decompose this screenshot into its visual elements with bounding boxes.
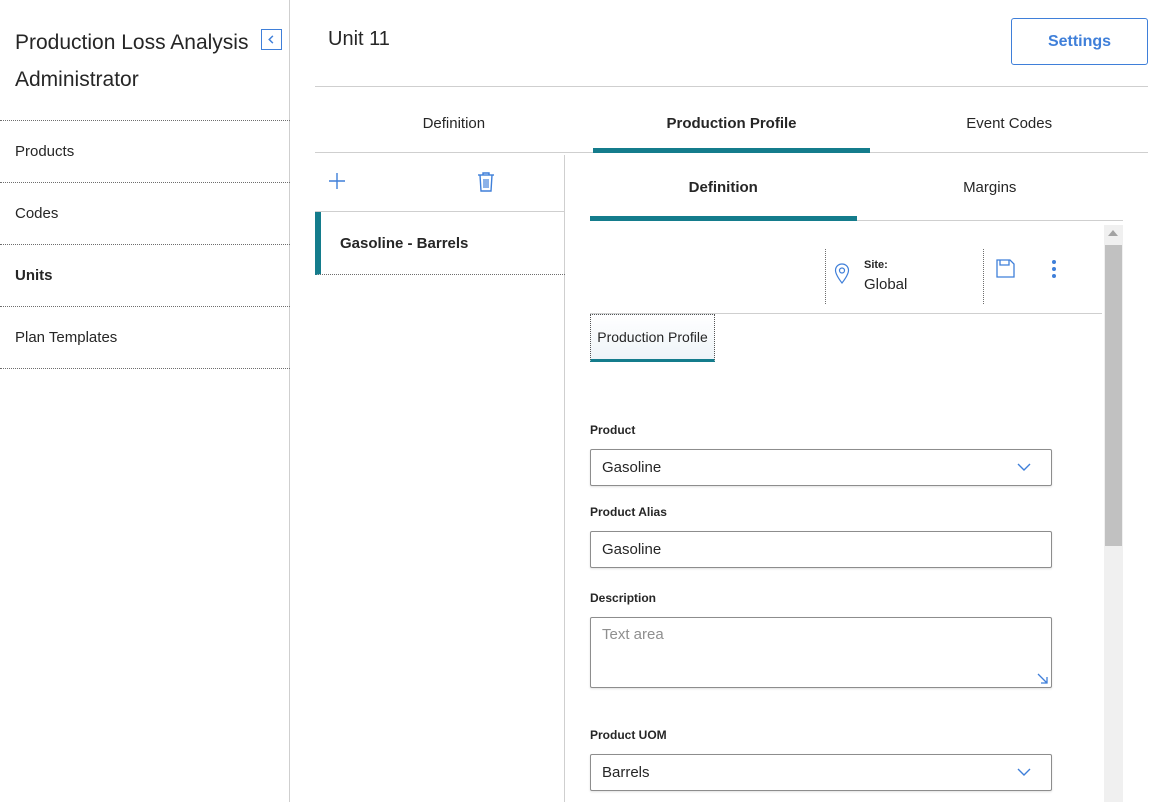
chevron-down-icon — [1017, 463, 1031, 471]
product-select[interactable]: Gasoline — [590, 449, 1052, 486]
product-alias-input[interactable]: Gasoline — [590, 531, 1052, 568]
sidebar-item-products[interactable]: Products — [0, 121, 290, 183]
subtab-margins[interactable]: Margins — [857, 155, 1124, 220]
resize-icon[interactable] — [1037, 673, 1048, 684]
product-alias-label: Product Alias — [590, 505, 667, 519]
settings-button[interactable]: Settings — [1011, 18, 1148, 65]
sidebar-item-plan-templates[interactable]: Plan Templates — [0, 307, 290, 369]
sidebar: Production Loss Analysis Administrator P… — [0, 0, 290, 802]
subtab-definition[interactable]: Definition — [590, 155, 857, 221]
sidebar-item-codes[interactable]: Codes — [0, 183, 290, 245]
list-item[interactable]: Gasoline - Barrels — [315, 212, 565, 275]
description-placeholder: Text area — [602, 626, 664, 643]
save-icon[interactable] — [996, 259, 1015, 278]
product-uom-label: Product UOM — [590, 728, 667, 742]
scroll-up-arrow[interactable] — [1108, 230, 1118, 236]
site-value: Global — [864, 276, 908, 293]
chevron-left-icon — [268, 35, 274, 44]
description-label: Description — [590, 591, 657, 605]
plus-icon[interactable] — [327, 171, 347, 191]
scroll-thumb[interactable] — [1105, 245, 1122, 546]
product-value: Gasoline — [602, 459, 662, 476]
more-vertical-icon[interactable] — [1049, 259, 1059, 279]
product-alias-value: Gasoline — [602, 541, 662, 558]
tab-event-codes[interactable]: Event Codes — [870, 95, 1148, 152]
product-label: Product — [590, 423, 636, 437]
chevron-down-icon — [1017, 768, 1031, 776]
list-toolbar — [315, 155, 565, 212]
trash-icon[interactable] — [476, 171, 496, 193]
tab-production-profile[interactable]: Production Profile — [592, 95, 871, 153]
site-label: Site: — [864, 259, 888, 271]
sidebar-item-units[interactable]: Units — [0, 245, 290, 307]
sub-tabs: Definition Margins — [590, 155, 1123, 221]
app-title: Production Loss Analysis Administrator — [15, 31, 249, 91]
map-pin-icon — [834, 263, 850, 284]
collapse-sidebar-button[interactable] — [261, 29, 282, 50]
product-uom-select[interactable]: Barrels — [590, 754, 1052, 791]
product-uom-value: Barrels — [602, 764, 650, 781]
detail-panel: Definition Margins Site: Global Producti… — [566, 155, 1166, 802]
site-selector[interactable]: Site: Global — [825, 249, 984, 304]
tab-definition[interactable]: Definition — [315, 95, 593, 152]
form-tab-production-profile[interactable]: Production Profile — [590, 314, 715, 362]
page-title: Unit 11 — [328, 28, 390, 50]
header-divider — [315, 86, 1148, 87]
main-tabs: Definition Production Profile Event Code… — [315, 95, 1148, 153]
scrollbar[interactable] — [1104, 225, 1123, 802]
description-textarea[interactable]: Text area — [590, 617, 1052, 688]
profile-list-panel: Gasoline - Barrels — [315, 155, 565, 802]
